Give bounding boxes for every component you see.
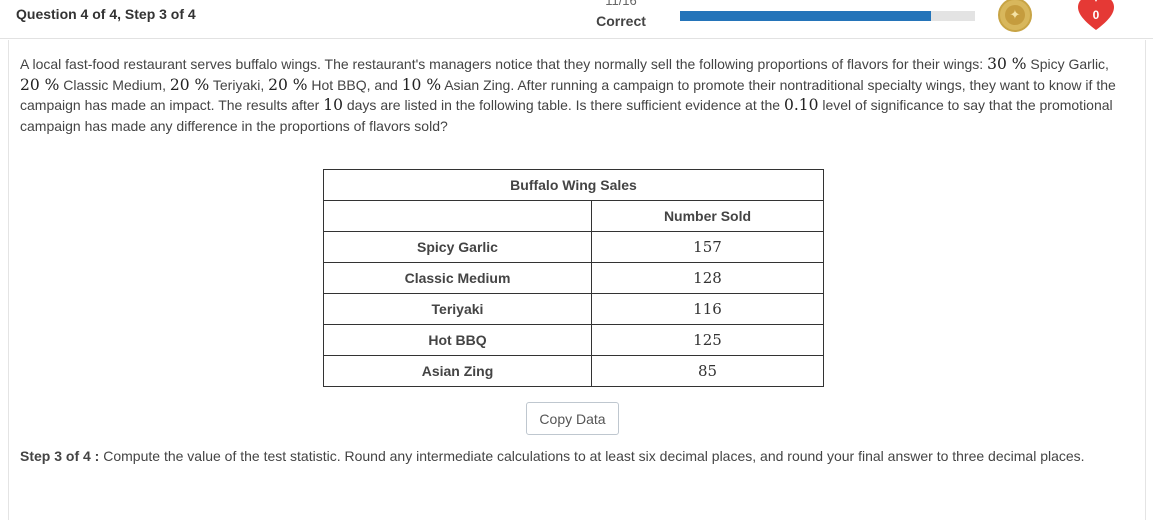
heart-icon[interactable]: 0 <box>1076 0 1116 32</box>
pct-hot-bbq: 20 % <box>268 75 308 94</box>
progress-count: 11/16 <box>605 0 637 8</box>
row-label: Teriyaki <box>323 293 592 325</box>
row-value: 157 <box>591 231 824 263</box>
row-label: Asian Zing <box>323 355 592 387</box>
table-row: Asian Zing 85 <box>323 355 824 387</box>
table-row: Hot BBQ 125 <box>323 324 824 356</box>
pct-spicy-garlic: 30 % <box>987 55 1027 73</box>
problem-text: A local fast-food restaurant serves buff… <box>20 54 1132 136</box>
significance-level: 0.10 <box>783 96 819 114</box>
row-label: Spicy Garlic <box>323 231 592 263</box>
row-label: Classic Medium <box>323 262 592 294</box>
pct-teriyaki: 20 % <box>169 75 210 94</box>
problem-text-part: Classic Medium, <box>59 76 170 93</box>
progress-bar <box>680 11 975 21</box>
progress-status: Correct <box>596 13 646 29</box>
problem-text-part: Teriyaki, <box>209 76 269 93</box>
table-row: Spicy Garlic 157 <box>323 231 824 263</box>
row-value: 116 <box>591 293 824 325</box>
row-value: 125 <box>591 324 824 356</box>
problem-text-part: days are listed in the following table. … <box>342 97 784 113</box>
row-value: 128 <box>591 262 824 294</box>
table-caption: Buffalo Wing Sales <box>323 169 824 201</box>
days-value: 10 <box>323 96 343 114</box>
row-value: 85 <box>591 355 824 387</box>
table-header-row: Number Sold <box>323 200 824 232</box>
question-label: Question 4 of 4, Step 3 of 4 <box>16 6 196 22</box>
progress-bar-fill <box>680 11 931 21</box>
buffalo-wing-sales-table: Buffalo Wing Sales Number Sold Spicy Gar… <box>323 169 824 387</box>
problem-text-part: Hot BBQ, and <box>307 76 402 93</box>
problem-text-part: A local fast-food restaurant serves buff… <box>20 56 988 72</box>
progress-text: 11/16 Correct <box>590 0 652 30</box>
problem-text-part: Spicy Garlic, <box>1026 56 1109 72</box>
table-row: Teriyaki 116 <box>323 293 824 325</box>
table-row: Classic Medium 128 <box>323 262 824 294</box>
top-bar: Question 4 of 4, Step 3 of 4 11/16 Corre… <box>0 0 1153 39</box>
table-caption-row: Buffalo Wing Sales <box>323 169 824 201</box>
coin-emblem: ✦ <box>1005 5 1025 25</box>
step-text: Compute the value of the test statistic.… <box>99 448 1085 464</box>
table-header-empty <box>323 200 592 232</box>
coin-icon[interactable]: ✦ <box>998 0 1032 32</box>
copy-data-button[interactable]: Copy Data <box>526 402 619 435</box>
pct-classic-medium: 20 % <box>20 75 60 94</box>
column-header-number-sold: Number Sold <box>591 200 824 232</box>
pct-asian-zing: 10 % <box>401 75 442 94</box>
step-instructions: Step 3 of 4 : Compute the value of the t… <box>20 446 1120 467</box>
row-label: Hot BBQ <box>323 324 592 356</box>
hearts-count: 0 <box>1092 8 1100 22</box>
step-label: Step 3 of 4 : <box>20 448 100 464</box>
